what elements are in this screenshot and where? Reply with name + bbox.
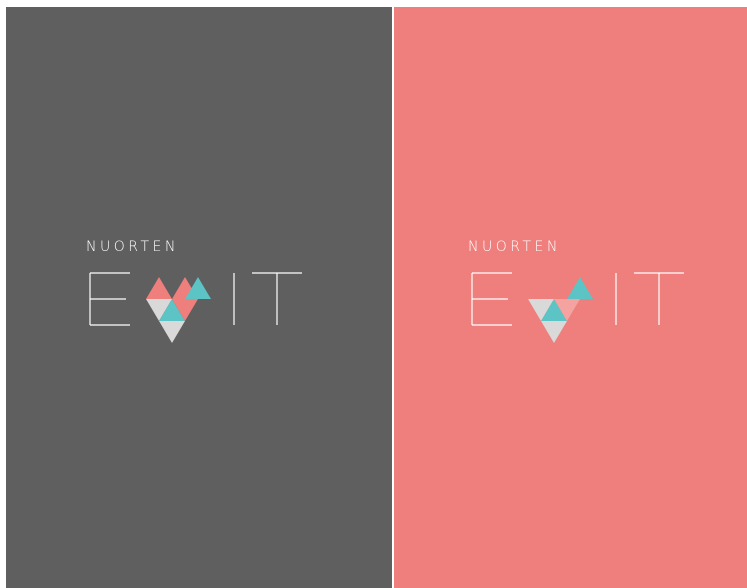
letter-e-icon: [89, 272, 130, 326]
splash-comparison: NUORTEN NUORTEN: [0, 0, 747, 588]
letters-it-icon: [233, 272, 302, 325]
nuorten-exit-logo: NUORTEN: [84, 239, 324, 349]
coral-splash-panel: NUORTEN: [394, 7, 747, 588]
letters-it-icon: [615, 272, 684, 325]
heart-triangles-icon: [528, 277, 593, 343]
heart-triangles-icon: [146, 277, 211, 343]
letter-e-icon: [471, 272, 512, 326]
logo-wordmark-icon: [471, 272, 684, 343]
logo-wordmark-icon: [89, 272, 302, 343]
dark-splash-panel: NUORTEN: [6, 7, 392, 588]
nuorten-exit-logo: NUORTEN: [466, 239, 706, 349]
